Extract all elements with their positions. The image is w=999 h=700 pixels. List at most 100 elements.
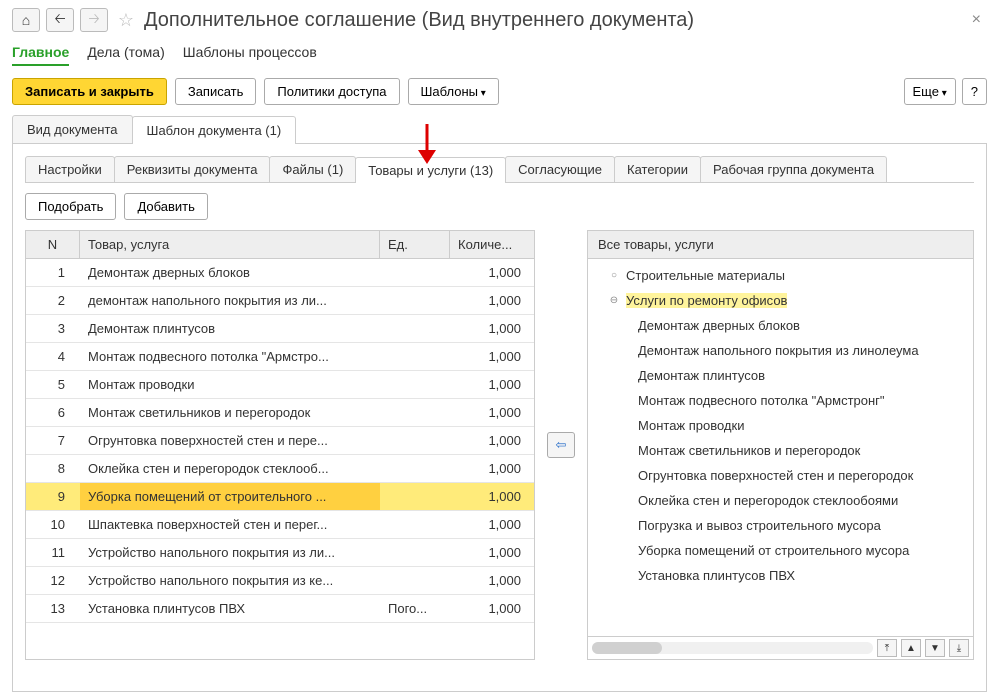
table-row[interactable]: 8Оклейка стен и перегородок стеклооб...1…	[26, 455, 534, 483]
th-unit[interactable]: Ед.	[380, 231, 450, 258]
tree-group-label: Услуги по ремонту офисов	[626, 293, 787, 308]
save-button[interactable]: Записать	[175, 78, 257, 105]
cell-unit	[380, 567, 450, 594]
cell-unit	[380, 539, 450, 566]
tree-item[interactable]: Установка плинтусов ПВХ	[588, 563, 973, 588]
table-row[interactable]: 1Демонтаж дверных блоков1,000	[26, 259, 534, 287]
table-row[interactable]: 13Установка плинтусов ПВХПого...1,000	[26, 595, 534, 623]
table-row[interactable]: 3Демонтаж плинтусов1,000	[26, 315, 534, 343]
cell-qty: 1,000	[450, 343, 534, 370]
tree-item[interactable]: Демонтаж напольного покрытия из линолеум…	[588, 338, 973, 363]
scroll-down-button[interactable]: ▼	[925, 639, 945, 657]
tree-item[interactable]: Погрузка и вывоз строительного мусора	[588, 513, 973, 538]
scroll-top-button[interactable]: ⤒	[877, 639, 897, 657]
tree-item[interactable]: Монтаж подвесного потолка "Армстронг"	[588, 388, 973, 413]
tree-item-label: Демонтаж напольного покрытия из линолеум…	[638, 343, 919, 358]
tab-doc-type[interactable]: Вид документа	[12, 115, 133, 143]
cell-unit	[380, 259, 450, 286]
inner-tab-props[interactable]: Реквизиты документа	[114, 156, 271, 182]
table-row[interactable]: 9Уборка помещений от строительного ...1,…	[26, 483, 534, 511]
more-button[interactable]: Еще	[904, 78, 956, 105]
th-name[interactable]: Товар, услуга	[80, 231, 380, 258]
home-button[interactable]: ⌂	[12, 8, 40, 32]
cell-unit: Пого...	[380, 595, 450, 622]
inner-tab-categories[interactable]: Категории	[614, 156, 701, 182]
tree-group[interactable]: Строительные материалы	[588, 263, 973, 288]
inner-tab-files[interactable]: Файлы (1)	[269, 156, 356, 182]
tree-item-label: Огрунтовка поверхностей стен и перегород…	[638, 468, 913, 483]
table-row[interactable]: 12Устройство напольного покрытия из ке..…	[26, 567, 534, 595]
templates-dropdown[interactable]: Шаблоны	[408, 78, 499, 105]
cell-qty: 1,000	[450, 567, 534, 594]
close-button[interactable]: ×	[966, 9, 987, 31]
cell-name: Монтаж проводки	[80, 371, 380, 398]
tree-item[interactable]: Уборка помещений от строительного мусора	[588, 538, 973, 563]
cell-qty: 1,000	[450, 371, 534, 398]
cell-qty: 1,000	[450, 511, 534, 538]
horizontal-scrollbar[interactable]	[592, 642, 873, 654]
inner-tab-approvers[interactable]: Согласующие	[505, 156, 615, 182]
cell-n: 8	[26, 455, 80, 482]
th-qty[interactable]: Количе...	[450, 231, 534, 258]
tree-item[interactable]: Оклейка стен и перегородок стеклообоями	[588, 488, 973, 513]
th-n[interactable]: N	[26, 231, 80, 258]
table-row[interactable]: 2демонтаж напольного покрытия из ли...1,…	[26, 287, 534, 315]
table-row[interactable]: 10Шпактевка поверхностей стен и перег...…	[26, 511, 534, 539]
back-button[interactable]: 🡠	[46, 8, 74, 32]
forward-button[interactable]: 🡢	[80, 8, 108, 32]
cell-unit	[380, 427, 450, 454]
scroll-up-button[interactable]: ▲	[901, 639, 921, 657]
cell-name: Установка плинтусов ПВХ	[80, 595, 380, 622]
favorite-button[interactable]: ☆	[114, 8, 138, 32]
main-tab-cases[interactable]: Дела (тома)	[87, 40, 164, 66]
cell-unit	[380, 483, 450, 510]
cell-n: 7	[26, 427, 80, 454]
pick-button[interactable]: Подобрать	[25, 193, 116, 220]
cell-qty: 1,000	[450, 427, 534, 454]
table-row[interactable]: 6Монтаж светильников и перегородок1,000	[26, 399, 534, 427]
expand-icon[interactable]	[608, 270, 620, 281]
expand-icon[interactable]	[608, 295, 620, 306]
cell-unit	[380, 371, 450, 398]
tree-item-label: Демонтаж дверных блоков	[638, 318, 800, 333]
cell-unit	[380, 511, 450, 538]
arrow-left-icon: ⇦	[556, 437, 567, 453]
tree-item[interactable]: Монтаж проводки	[588, 413, 973, 438]
tree-item[interactable]: Монтаж светильников и перегородок	[588, 438, 973, 463]
table-row[interactable]: 11Устройство напольного покрытия из ли..…	[26, 539, 534, 567]
inner-tab-workgroup[interactable]: Рабочая группа документа	[700, 156, 887, 182]
tree-item-label: Установка плинтусов ПВХ	[638, 568, 795, 583]
tab-doc-template[interactable]: Шаблон документа (1)	[132, 116, 297, 144]
goods-table: N Товар, услуга Ед. Количе... 1Демонтаж …	[25, 230, 535, 660]
cell-qty: 1,000	[450, 483, 534, 510]
table-row[interactable]: 5Монтаж проводки1,000	[26, 371, 534, 399]
inner-tab-goods[interactable]: Товары и услуги (13)	[355, 157, 506, 183]
cell-unit	[380, 343, 450, 370]
access-policies-button[interactable]: Политики доступа	[264, 78, 399, 105]
table-row[interactable]: 4Монтаж подвесного потолка "Армстро...1,…	[26, 343, 534, 371]
cell-n: 3	[26, 315, 80, 342]
table-row[interactable]: 7Огрунтовка поверхностей стен и пере...1…	[26, 427, 534, 455]
tree-item[interactable]: Демонтаж дверных блоков	[588, 313, 973, 338]
tree-item-label: Уборка помещений от строительного мусора	[638, 543, 909, 558]
tree-header: Все товары, услуги	[588, 231, 973, 259]
tree-item[interactable]: Огрунтовка поверхностей стен и перегород…	[588, 463, 973, 488]
cell-n: 4	[26, 343, 80, 370]
help-button[interactable]: ?	[962, 78, 987, 105]
save-close-button[interactable]: Записать и закрыть	[12, 78, 167, 105]
scroll-bottom-button[interactable]: ⤓	[949, 639, 969, 657]
tree-item-label: Монтаж светильников и перегородок	[638, 443, 860, 458]
main-tab-templates[interactable]: Шаблоны процессов	[183, 40, 317, 66]
main-tab-main[interactable]: Главное	[12, 40, 69, 66]
catalog-tree: Все товары, услуги Строительные материал…	[587, 230, 974, 660]
cell-unit	[380, 287, 450, 314]
tree-group[interactable]: Услуги по ремонту офисов	[588, 288, 973, 313]
move-left-button[interactable]: ⇦	[547, 432, 575, 458]
cell-qty: 1,000	[450, 315, 534, 342]
add-button[interactable]: Добавить	[124, 193, 207, 220]
tree-item-label: Монтаж подвесного потолка "Армстронг"	[638, 393, 885, 408]
cell-n: 6	[26, 399, 80, 426]
inner-tab-settings[interactable]: Настройки	[25, 156, 115, 182]
tree-item[interactable]: Демонтаж плинтусов	[588, 363, 973, 388]
cell-qty: 1,000	[450, 595, 534, 622]
